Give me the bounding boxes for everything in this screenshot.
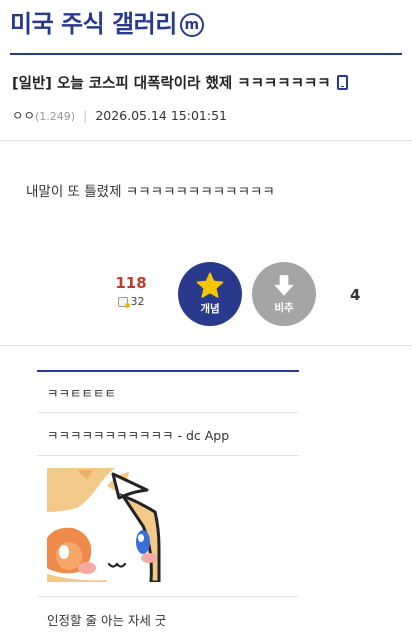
meta-divider — [0, 140, 412, 141]
comment-item: ㅋㅋㅋㅋㅋㅋㅋㅋㅋㅋㅋ - dc App — [37, 413, 299, 456]
downvote-button[interactable]: 비추 — [252, 262, 316, 326]
post-body: 내말이 또 틀렸제 ㅋㅋㅋㅋㅋㅋㅋㅋㅋㅋㅋㅋ — [26, 184, 275, 200]
recommend-count: 118 — [115, 274, 147, 292]
comment-text: ㅋㅋㅋㅋㅋㅋㅋㅋㅋㅋㅋ - dc App — [47, 427, 230, 443]
meta-separator: | — [83, 108, 88, 123]
comment-text: ㅋㅋㅌㅌㅌㅌ — [47, 385, 117, 401]
comment-item-dccon — [37, 456, 299, 597]
star-icon — [196, 272, 224, 298]
downvote-label: 비추 — [274, 302, 294, 314]
header-divider — [10, 53, 402, 55]
arrow-down-icon — [274, 275, 294, 296]
vote-divider — [0, 345, 412, 346]
post-title-text: [일반] 오늘 코스피 대폭락이라 했제 ㅋㅋㅋㅋㅋㅋㅋ — [12, 76, 331, 92]
nonrecommend-count: 4 — [350, 286, 361, 304]
comment-text: 인정할 줄 아는 자세 굿 — [47, 612, 167, 628]
vote-area: 118 32 개념 비추 4 — [0, 262, 412, 328]
recommend-count-block: 118 32 — [108, 274, 154, 308]
gallery-header: 미국 주식 갤러리 m — [10, 6, 402, 54]
fixed-recommend-line: 32 — [108, 295, 154, 308]
dccon-sticker-image — [47, 468, 161, 582]
post-meta: ㅇㅇ(1.249) | 2026.05.14 15:01:51 — [12, 105, 227, 124]
comment-list: ㅋㅋㅌㅌㅌㅌ ㅋㅋㅋㅋㅋㅋㅋㅋㅋㅋㅋ - dc App 인정할 줄 아는 자세 … — [37, 370, 299, 641]
author-ip: (1.249) — [35, 110, 76, 123]
author-name[interactable]: ㅇㅇ — [12, 108, 35, 123]
gallery-title[interactable]: 미국 주식 갤러리 — [10, 6, 177, 42]
post-title: [일반] 오늘 코스피 대폭락이라 했제 ㅋㅋㅋㅋㅋㅋㅋ — [12, 72, 404, 93]
mobile-device-icon — [336, 75, 348, 90]
comment-item: ㅋㅋㅌㅌㅌㅌ — [37, 372, 299, 413]
fixed-recommend-icon — [117, 296, 130, 308]
upvote-label: 개념 — [200, 303, 220, 315]
upvote-button[interactable]: 개념 — [178, 262, 242, 326]
comment-item: 인정할 줄 아는 자세 굿 — [37, 597, 299, 641]
minor-gallery-badge-icon: m — [179, 13, 204, 37]
fixed-recommend-count: 32 — [130, 295, 145, 308]
post-datetime: 2026.05.14 15:01:51 — [95, 108, 227, 123]
